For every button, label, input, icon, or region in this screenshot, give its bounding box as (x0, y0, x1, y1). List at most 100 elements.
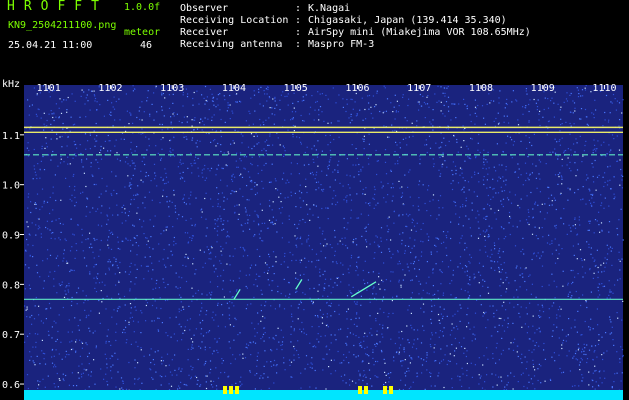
noise-speck (376, 376, 378, 378)
noise-speck (112, 364, 114, 366)
hrofft-window: HROFFT 1.0.0f KN9_2504211100.png meteor … (0, 0, 629, 400)
noise-speck (442, 92, 444, 94)
noise-speck (246, 199, 248, 201)
noise-speck (493, 312, 495, 314)
noise-speck (182, 306, 184, 308)
noise-speck (419, 283, 422, 285)
noise-speck (454, 165, 457, 167)
noise-speck (331, 247, 333, 249)
noise-speck (290, 361, 293, 363)
noise-speck (514, 280, 516, 282)
noise-speck (66, 353, 68, 356)
noise-speck (367, 223, 369, 225)
noise-speck (446, 87, 448, 89)
noise-speck (582, 294, 584, 296)
noise-speck (586, 358, 589, 360)
noise-speck (195, 197, 197, 199)
noise-speck (432, 269, 434, 271)
noise-speck (271, 107, 273, 109)
noise-speck (93, 94, 95, 96)
noise-speck (254, 182, 256, 184)
noise-speck (26, 221, 28, 223)
noise-speck (26, 308, 28, 310)
noise-speck (364, 332, 366, 334)
noise-speck (611, 386, 613, 388)
noise-speck (394, 342, 396, 345)
noise-speck (311, 95, 313, 97)
noise-speck (540, 316, 542, 318)
noise-speck (420, 342, 423, 344)
noise-speck (450, 221, 452, 223)
noise-speck (457, 182, 460, 184)
noise-speck (194, 119, 196, 121)
noise-speck (249, 341, 251, 343)
noise-speck (68, 282, 70, 285)
noise-speck (95, 122, 97, 125)
noise-speck (88, 352, 90, 354)
noise-speck (590, 291, 592, 293)
noise-speck (300, 300, 302, 302)
baseline-spike (358, 386, 362, 394)
noise-speck (522, 372, 524, 374)
noise-speck (323, 287, 325, 289)
noise-speck (450, 294, 452, 296)
noise-speck (443, 327, 445, 329)
noise-speck (618, 125, 620, 127)
noise-speck (544, 218, 546, 220)
noise-speck (105, 342, 107, 344)
noise-speck (315, 387, 317, 389)
noise-speck (157, 330, 160, 332)
noise-speck (35, 207, 37, 209)
noise-speck (560, 308, 562, 310)
noise-speck (302, 120, 304, 122)
noise-speck (330, 278, 332, 280)
noise-speck (187, 242, 189, 244)
noise-speck (436, 251, 438, 253)
noise-speck (539, 178, 541, 180)
noise-speck (427, 95, 429, 97)
noise-speck (130, 178, 132, 180)
noise-speck (414, 239, 416, 241)
noise-speck (594, 370, 596, 372)
noise-speck (86, 315, 88, 317)
noise-speck (72, 124, 74, 126)
noise-speck (554, 152, 557, 154)
noise-speck (271, 163, 273, 165)
noise-speck (528, 120, 530, 122)
noise-speck (257, 323, 259, 325)
noise-speck (404, 359, 406, 361)
noise-speck (318, 119, 320, 121)
noise-speck (245, 308, 247, 310)
noise-speck (528, 223, 530, 226)
noise-speck (505, 236, 507, 238)
noise-speck (568, 167, 571, 169)
noise-speck (561, 329, 564, 331)
noise-speck (81, 347, 83, 349)
noise-speck (315, 101, 317, 103)
noise-speck (582, 95, 584, 97)
noise-speck (493, 166, 495, 168)
noise-speck (337, 171, 339, 173)
noise-speck (492, 353, 494, 355)
noise-speck (99, 152, 101, 154)
noise-speck (371, 334, 373, 336)
noise-speck (317, 91, 319, 93)
noise-speck (154, 351, 156, 353)
noise-speck (219, 109, 221, 111)
noise-speck (394, 129, 396, 131)
observer-value: K.Nagai (308, 3, 351, 14)
noise-speck (331, 203, 333, 205)
noise-speck (309, 288, 311, 290)
noise-speck (115, 386, 117, 388)
noise-speck (234, 248, 236, 250)
noise-speck (161, 129, 163, 131)
noise-speck (556, 286, 558, 288)
noise-speck (235, 160, 237, 162)
noise-speck (529, 302, 531, 304)
noise-speck (343, 359, 345, 361)
noise-speck (197, 289, 199, 292)
noise-speck (217, 164, 220, 166)
noise-speck (38, 225, 40, 227)
noise-speck (390, 169, 392, 171)
noise-speck (514, 245, 517, 247)
